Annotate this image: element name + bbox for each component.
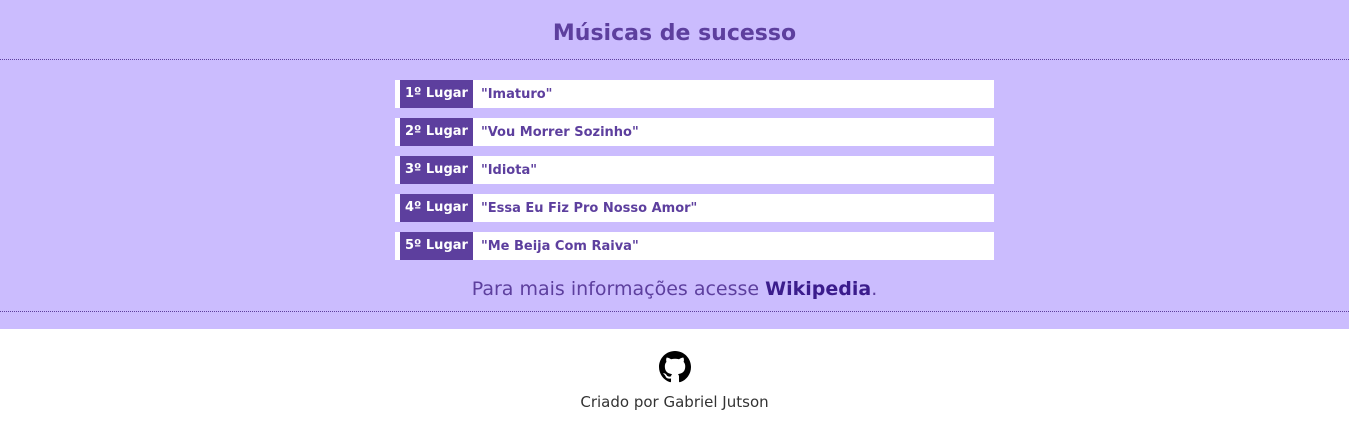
rank-badge: 5º Lugar: [400, 232, 473, 260]
footer: Criado por Gabriel Jutson: [0, 329, 1349, 423]
main-section: Músicas de sucesso 1º Lugar "Imaturo" 2º…: [0, 0, 1349, 329]
song-list: 1º Lugar "Imaturo" 2º Lugar "Vou Morrer …: [395, 80, 994, 270]
more-info-text: Para mais informações acesse: [471, 278, 766, 300]
rank-badge: 2º Lugar: [400, 118, 473, 146]
song-title: "Essa Eu Fiz Pro Nosso Amor": [480, 200, 698, 216]
song-title: "Me Beija Com Raiva": [480, 238, 639, 254]
song-title: "Imaturo": [480, 86, 553, 102]
list-item: 2º Lugar "Vou Morrer Sozinho": [395, 118, 994, 146]
rank-badge: 3º Lugar: [400, 156, 473, 184]
list-item: 3º Lugar "Idiota": [395, 156, 994, 184]
list-item: 5º Lugar "Me Beija Com Raiva": [395, 232, 994, 260]
rank-badge: 4º Lugar: [400, 194, 473, 222]
list-item: 1º Lugar "Imaturo": [395, 80, 994, 108]
more-info: Para mais informações acesse Wikipedia.: [0, 275, 1349, 303]
rank-badge: 1º Lugar: [400, 80, 473, 108]
github-icon[interactable]: [659, 351, 691, 383]
credit-text: Criado por Gabriel Jutson: [580, 393, 769, 411]
page-title: Músicas de sucesso: [552, 21, 797, 46]
more-info-suffix: .: [871, 278, 878, 300]
divider-top: [0, 59, 1349, 60]
wikipedia-link[interactable]: Wikipedia: [765, 278, 871, 300]
divider-bottom: [0, 311, 1349, 312]
song-title: "Idiota": [480, 162, 537, 178]
song-title: "Vou Morrer Sozinho": [480, 124, 639, 140]
list-item: 4º Lugar "Essa Eu Fiz Pro Nosso Amor": [395, 194, 994, 222]
